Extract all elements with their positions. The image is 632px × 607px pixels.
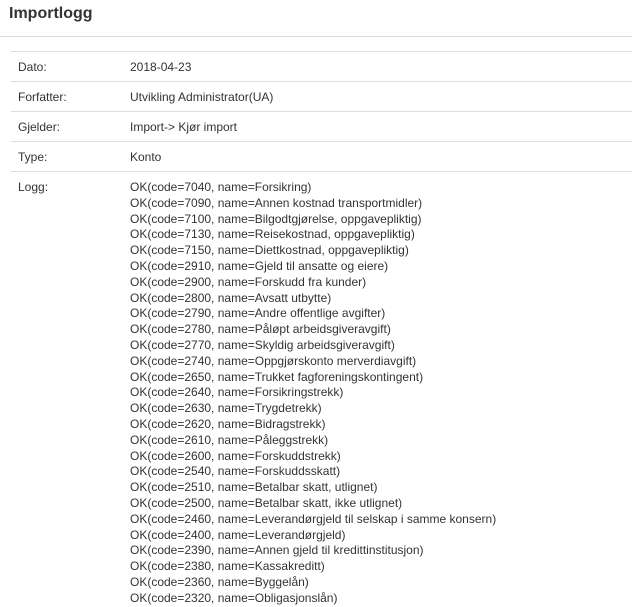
log-entry: OK(code=7040, name=Forsikring) xyxy=(130,180,312,194)
log-entry: OK(code=7150, name=Diettkostnad, oppgave… xyxy=(130,243,409,258)
log-entry: OK(code=7100, name=Bilgodtgjørelse, oppg… xyxy=(130,211,422,226)
date-value: 2018-04-23 xyxy=(130,59,192,74)
type-label: Type: xyxy=(18,149,48,164)
log-entry: OK(code=7130, name=Reisekostnad, oppgave… xyxy=(130,227,415,242)
type-row: Type: Konto xyxy=(11,142,632,172)
log-entry: OK(code=7090, name=Annen kostnad transpo… xyxy=(130,195,423,210)
author-row: Forfatter: Utvikling Administrator(UA) xyxy=(11,82,632,112)
author-value: Utvikling Administrator(UA) xyxy=(130,89,274,104)
log-entry: OK(code=2790, name=Andre offentlige avgi… xyxy=(130,306,386,321)
log-entry: OK(code=2770, name=Skyldig arbeidsgivera… xyxy=(130,337,395,352)
concerns-row: Gjelder: Import-> Kjør import xyxy=(11,112,632,142)
author-label: Forfatter: xyxy=(18,89,67,104)
log-entry: OK(code=2600, name=Forskuddstrekk) xyxy=(130,448,341,463)
log-entry: OK(code=2640, name=Forsikringstrekk) xyxy=(130,385,344,400)
log-entry: OK(code=2510, name=Betalbar skatt, utlig… xyxy=(130,480,378,495)
log-row: Logg: OK(code=7040, name=Forsikring) OK(c… xyxy=(11,172,632,607)
log-entry: OK(code=2620, name=Bidragstrekk) xyxy=(130,416,326,431)
import-log-details: Dato: 2018-04-23 Forfatter: Utvikling Ad… xyxy=(11,51,632,607)
log-entry: OK(code=2910, name=Gjeld til ansatte og … xyxy=(130,258,389,273)
log-entry: OK(code=2740, name=Oppgjørskonto merverd… xyxy=(130,353,417,368)
log-entry: OK(code=2540, name=Forskuddsskatt) xyxy=(130,464,341,479)
log-entry: OK(code=2630, name=Trygdetrekk) xyxy=(130,401,322,416)
log-entry: OK(code=2360, name=Byggelån) xyxy=(130,574,309,589)
log-entry: OK(code=2390, name=Annen gjeld til kredi… xyxy=(130,543,424,558)
log-entry: OK(code=2780, name=Påløpt arbeidsgiverav… xyxy=(130,322,391,337)
concerns-label: Gjelder: xyxy=(18,119,61,134)
log-entry: OK(code=2380, name=Kassakreditt) xyxy=(130,559,325,574)
date-row: Dato: 2018-04-23 xyxy=(11,52,632,82)
log-entry: OK(code=2900, name=Forskudd fra kunder) xyxy=(130,274,367,289)
log-label: Logg: xyxy=(18,180,49,194)
date-label: Dato: xyxy=(18,59,47,74)
log-entry: OK(code=2460, name=Leverandørgjeld til s… xyxy=(130,511,497,526)
log-entry: OK(code=2500, name=Betalbar skatt, ikke … xyxy=(130,495,403,510)
type-value: Konto xyxy=(130,149,162,164)
log-entry: OK(code=2650, name=Trukket fagforeningsk… xyxy=(130,369,424,384)
log-entry: OK(code=2800, name=Avsatt utbytte) xyxy=(130,290,332,305)
page-header: Importlogg xyxy=(0,0,632,37)
log-entries: OK(code=7040, name=Forsikring) OK(code=70… xyxy=(130,180,632,607)
log-entry: OK(code=2400, name=Leverandørgjeld) xyxy=(130,527,346,542)
concerns-value: Import-> Kjør import xyxy=(130,119,238,134)
log-entry: OK(code=2610, name=Påleggstrekk) xyxy=(130,432,329,447)
log-entry: OK(code=2320, name=Obligasjonslån) xyxy=(130,590,338,605)
page-title: Importlogg xyxy=(9,5,93,22)
